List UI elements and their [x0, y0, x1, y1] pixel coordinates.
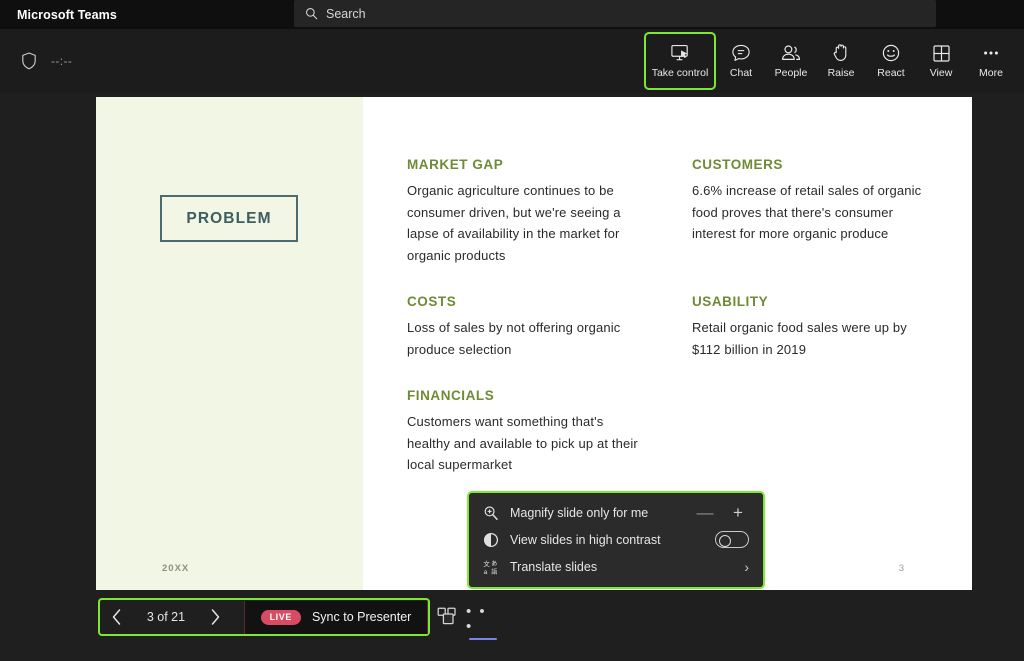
translate-submenu-chevron-icon[interactable]: › [744, 560, 749, 574]
magnify-plus-icon [482, 504, 499, 521]
magnify-increase-button[interactable]: + [727, 504, 749, 521]
svg-text:語: 語 [491, 569, 497, 576]
block-title: USABILITY [692, 294, 769, 309]
block-body: Customers want something that's healthy … [407, 414, 638, 472]
slide-block-customers: CUSTOMERS 6.6% increase of retail sales … [692, 157, 947, 294]
block-title: CUSTOMERS [692, 157, 783, 172]
block-body: Retail organic food sales were up by $11… [692, 320, 907, 357]
chat-button[interactable]: Chat [716, 34, 766, 88]
chat-icon [732, 45, 750, 62]
layout-swap-icon [437, 607, 456, 625]
layout-swap-button[interactable] [436, 606, 458, 628]
contrast-circle-icon [482, 531, 499, 548]
sync-to-presenter-label: Sync to Presenter [311, 610, 412, 624]
more-button[interactable]: More [966, 34, 1016, 88]
view-grid-icon [932, 45, 950, 62]
popup-item-translate[interactable]: 文 あ a 語 Translate slides › [469, 554, 763, 581]
slide-counter: 3 of 21 [146, 610, 186, 624]
sync-to-presenter-button[interactable]: LIVE Sync to Presenter [243, 600, 428, 634]
block-body: Organic agriculture continues to be cons… [407, 183, 621, 263]
people-icon [782, 45, 801, 61]
slide-navigation-bar: 3 of 21 LIVE Sync to Presenter • • • [0, 590, 1024, 661]
take-control-icon [670, 45, 688, 61]
slide-block-financials: FINANCIALS Customers want something that… [407, 388, 692, 504]
slide-left-panel: PROBLEM 20XX [96, 97, 363, 590]
search-icon [306, 8, 318, 20]
slide-content-columns: MARKET GAP Organic agriculture continues… [407, 157, 947, 504]
next-slide-button[interactable] [198, 601, 231, 634]
meeting-timer: --:-- [51, 54, 73, 68]
slide-row-1: MARKET GAP Organic agriculture continues… [407, 157, 947, 294]
slide-nav-group: 3 of 21 LIVE Sync to Presenter [98, 598, 430, 636]
slide-more-options-button[interactable]: • • • [466, 603, 500, 640]
svg-text:a: a [483, 569, 487, 575]
shield-icon [22, 52, 36, 70]
block-title: MARKET GAP [407, 157, 504, 172]
popup-item-magnify[interactable]: Magnify slide only for me — + [469, 499, 763, 526]
block-title: FINANCIALS [407, 388, 495, 403]
previous-slide-button[interactable] [100, 601, 133, 634]
more-ellipsis-icon: • • • [466, 603, 487, 635]
search-placeholder: Search [326, 6, 366, 21]
slide-badge: PROBLEM [160, 195, 298, 242]
app-title: Microsoft Teams [17, 7, 117, 22]
view-button[interactable]: View [916, 34, 966, 88]
svg-text:文: 文 [483, 560, 490, 569]
more-label: More [979, 67, 1003, 80]
slide-row-2: COSTS Loss of sales by not offering orga… [407, 294, 947, 388]
title-bar: Microsoft Teams Search [0, 0, 1024, 29]
live-badge: LIVE [260, 609, 301, 625]
block-title: COSTS [407, 294, 457, 309]
svg-text:あ: あ [491, 561, 497, 568]
people-button[interactable]: People [766, 34, 816, 88]
slide-block-market-gap: MARKET GAP Organic agriculture continues… [407, 157, 692, 294]
slide-block-costs: COSTS Loss of sales by not offering orga… [407, 294, 692, 388]
popup-item-label: View slides in high contrast [510, 532, 661, 547]
slide-block-usability: USABILITY Retail organic food sales were… [692, 294, 947, 388]
react-button[interactable]: React [866, 34, 916, 88]
block-body: Loss of sales by not offering organic pr… [407, 320, 621, 357]
popup-item-label: Magnify slide only for me [510, 505, 649, 520]
popup-item-high-contrast[interactable]: View slides in high contrast [469, 526, 763, 553]
slide-badge-label: PROBLEM [186, 209, 272, 227]
chevron-right-icon [211, 609, 220, 625]
slide-options-popup: Magnify slide only for me — + View slide… [467, 491, 765, 589]
active-indicator [469, 637, 497, 640]
slide-page-number: 3 [898, 563, 904, 574]
block-body: 6.6% increase of retail sales of organic… [692, 183, 922, 241]
chat-label: Chat [729, 67, 753, 80]
popup-item-label: Translate slides [510, 560, 598, 575]
people-label: People [774, 67, 808, 80]
toolbar-actions: Take control Chat People Raise React Vie… [644, 29, 1016, 93]
raise-hand-icon [833, 44, 847, 62]
more-ellipsis-icon [984, 51, 998, 55]
meeting-security-group: --:-- [21, 52, 72, 70]
meeting-toolbar: --:-- Take control Chat People Raise Rea… [0, 29, 1024, 93]
react-label: React [877, 67, 905, 80]
search-input[interactable]: Search [294, 0, 936, 27]
view-label: View [929, 66, 953, 79]
take-control-label: Take control [651, 67, 709, 80]
slide-year: 20XX [162, 563, 190, 574]
translate-icon: 文 あ a 語 [482, 559, 499, 576]
chevron-left-icon [112, 609, 120, 625]
magnify-decrease-button[interactable]: — [694, 504, 716, 521]
take-control-button[interactable]: Take control [644, 32, 716, 90]
raise-hand-button[interactable]: Raise [816, 34, 866, 88]
presentation-stage: PROBLEM 20XX MARKET GAP Organic agricult… [0, 93, 1024, 661]
slide-row-3: FINANCIALS Customers want something that… [407, 388, 947, 504]
react-smiley-icon [882, 45, 900, 62]
high-contrast-toggle[interactable] [715, 531, 749, 549]
raise-hand-label: Raise [827, 67, 855, 80]
